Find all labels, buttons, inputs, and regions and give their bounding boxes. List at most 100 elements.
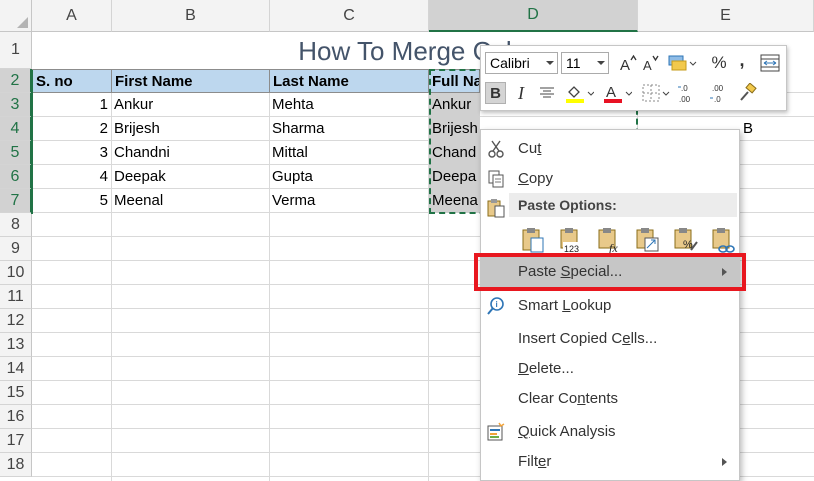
clipboard-icon [487, 199, 505, 218]
menu-label: Clear Contents [518, 390, 619, 407]
cell-c3[interactable]: Mehta [269, 93, 428, 117]
paint-bucket-icon [566, 86, 594, 103]
menu-item-cut[interactable]: Cut [481, 134, 739, 164]
row-header-11[interactable]: 11 [0, 285, 32, 309]
smart-lookup-icon: i [487, 297, 504, 315]
merge-center-icon [760, 54, 780, 72]
font-color-button[interactable]: A [601, 82, 633, 104]
row-header-17[interactable]: 17 [0, 429, 32, 453]
menu-item-quick-analysis[interactable]: Quick Analysis [481, 417, 739, 447]
menu-item-delete[interactable]: Delete... [481, 354, 739, 384]
column-header-b[interactable]: B [112, 0, 270, 32]
svg-text:.0: .0 [714, 95, 721, 104]
row-header-2[interactable]: 2 [0, 69, 32, 93]
menu-item-copy[interactable]: Copy [481, 164, 739, 194]
copy-icon [488, 170, 504, 188]
cell-b3[interactable]: Ankur [111, 93, 269, 117]
cell-b4[interactable]: Brijesh [111, 117, 269, 141]
cell-a3[interactable]: 1 [32, 93, 111, 117]
font-size-dropdown[interactable]: 11 [561, 52, 609, 74]
menu-label: Quick Analysis [518, 423, 616, 440]
cell-a7[interactable]: 5 [32, 189, 111, 213]
svg-text:.00: .00 [712, 84, 724, 93]
row-header-15[interactable]: 15 [0, 381, 32, 405]
column-header-d[interactable]: D [429, 0, 638, 32]
scissors-icon [488, 140, 504, 158]
row-header-13[interactable]: 13 [0, 333, 32, 357]
font-size-value: 11 [566, 55, 581, 71]
cell-b7[interactable]: Meenal [111, 189, 269, 213]
paste-formulas-icon[interactable]: fx [595, 226, 623, 254]
italic-button[interactable]: I [511, 82, 531, 104]
fill-color-button[interactable] [563, 82, 595, 104]
row-header-7[interactable]: 7 [0, 189, 32, 213]
row-header-9[interactable]: 9 [0, 237, 32, 261]
row-header-14[interactable]: 14 [0, 357, 32, 381]
accounting-format-button[interactable] [665, 52, 699, 74]
row-header-4[interactable]: 4 [0, 117, 32, 141]
menu-label: Smart Lookup [518, 297, 612, 314]
decrease-decimal-icon: .00.0 [710, 84, 724, 104]
header-cell-b[interactable]: First Name [111, 69, 270, 93]
row-header-16[interactable]: 16 [0, 405, 32, 429]
column-header-c[interactable]: C [270, 0, 429, 32]
paste-options-header: Paste Options: [509, 193, 737, 217]
increase-font-size-button[interactable]: A [618, 52, 638, 74]
row-header-1[interactable]: 1 [0, 32, 32, 69]
svg-text:A: A [643, 58, 652, 72]
cell-b6[interactable]: Deepak [111, 165, 269, 189]
bold-button[interactable]: B [485, 82, 506, 104]
svg-text:i: i [496, 300, 498, 309]
cell-c7[interactable]: Verma [269, 189, 428, 213]
row-header-10[interactable]: 10 [0, 261, 32, 285]
row-header-5[interactable]: 5 [0, 141, 32, 165]
cell-a4[interactable]: 2 [32, 117, 111, 141]
menu-item-insert-copied-cells[interactable]: Insert Copied Cells... [481, 324, 739, 354]
menu-item-smart-lookup[interactable]: i Smart Lookup [481, 291, 739, 321]
font-name-dropdown[interactable]: Calibri [485, 52, 558, 74]
cell-b5[interactable]: Chandni [111, 141, 269, 165]
decrease-decimal-button[interactable]: .00.0 [709, 82, 733, 104]
percent-style-button[interactable]: % [709, 52, 729, 74]
column-header-e[interactable]: E [638, 0, 814, 32]
cell-c4[interactable]: Sharma [269, 117, 428, 141]
row-header-18[interactable]: 18 [0, 453, 32, 477]
cell-c5[interactable]: Mittal [269, 141, 428, 165]
svg-text:A: A [620, 57, 630, 72]
select-all-corner[interactable] [0, 0, 32, 32]
menu-item-filter[interactable]: Filter [481, 447, 739, 477]
paste-values-icon[interactable]: 123 [557, 226, 585, 254]
menu-label: Delete... [518, 360, 574, 377]
paste-formatting-icon[interactable]: % [671, 226, 699, 254]
menu-label: Insert Copied Cells... [518, 330, 658, 347]
row-header-6[interactable]: 6 [0, 165, 32, 189]
comma-style-button[interactable]: , [733, 49, 751, 71]
cell-a5[interactable]: 3 [32, 141, 111, 165]
row-header-8[interactable]: 8 [0, 213, 32, 237]
selection-edge [31, 70, 33, 214]
decrease-font-size-button[interactable]: A [641, 52, 661, 74]
cell-e4[interactable]: B [740, 117, 770, 141]
menu-item-clear-contents[interactable]: Clear Contents [481, 384, 739, 414]
merge-center-button[interactable] [759, 52, 781, 74]
paste-link-icon[interactable] [709, 226, 737, 254]
borders-button[interactable] [641, 82, 671, 104]
context-menu: Cut Copy Paste Options: 123 fx % Paste S… [480, 129, 740, 481]
align-center-icon [540, 87, 554, 98]
menu-label: Cut [518, 140, 542, 157]
center-align-button[interactable] [537, 82, 557, 104]
cell-c6[interactable]: Gupta [269, 165, 428, 189]
column-header-a[interactable]: A [32, 0, 112, 32]
format-painter-button[interactable] [737, 82, 759, 104]
paste-icon[interactable] [519, 226, 547, 254]
row-header-3[interactable]: 3 [0, 93, 32, 117]
header-cell-c[interactable]: Last Name [269, 69, 429, 93]
cell-a6[interactable]: 4 [32, 165, 111, 189]
header-cell-a[interactable]: S. no [32, 69, 112, 93]
increase-font-icon: A [620, 54, 637, 72]
increase-decimal-button[interactable]: .0.00 [677, 82, 701, 104]
paste-transpose-icon[interactable] [633, 226, 661, 254]
row-header-12[interactable]: 12 [0, 309, 32, 333]
increase-decimal-icon: .0.00 [678, 84, 691, 104]
borders-icon [642, 84, 670, 102]
